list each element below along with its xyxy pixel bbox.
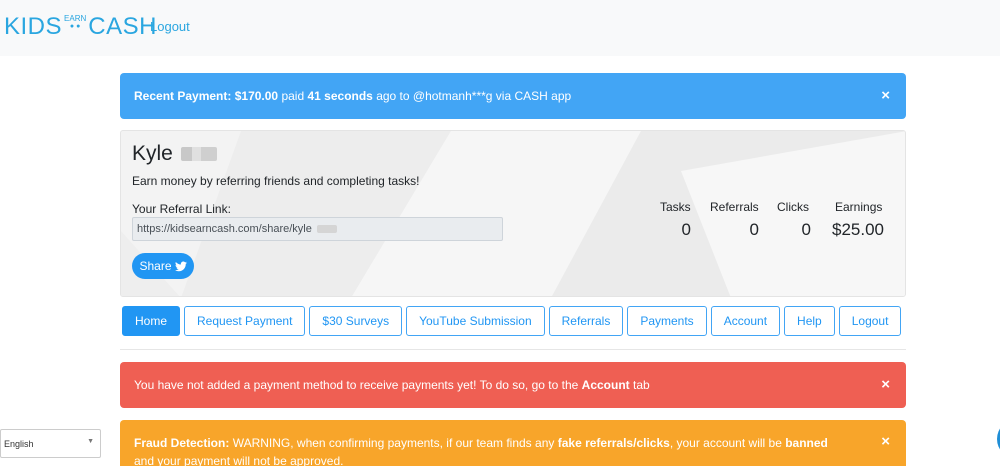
tab-youtube-submission[interactable]: YouTube Submission <box>406 306 545 336</box>
recent-payment-verb: paid <box>281 89 305 103</box>
tab-referrals[interactable]: Referrals <box>548 306 624 336</box>
clicks-label: Clicks <box>777 200 809 214</box>
fraud-warning-part1: WARNING, when confirming payments, if ou… <box>232 436 555 450</box>
tab-bar: Home Request Payment $30 Surveys YouTube… <box>122 306 902 336</box>
recent-payment-alert: Recent Payment: $170.00 paid 41 seconds … <box>120 73 906 119</box>
payment-method-suffix: tab <box>633 378 650 392</box>
tagline: Earn money by referring friends and comp… <box>132 174 420 188</box>
recent-payment-time: 41 seconds <box>307 89 373 103</box>
fraud-detection-text: Fraud Detection: WARNING, when confirmin… <box>134 434 892 466</box>
share-button[interactable]: Share <box>132 253 194 279</box>
fraud-warning-part2: , your account will be <box>669 436 782 450</box>
logo-earn-label: EARN <box>64 14 87 23</box>
tab-home[interactable]: Home <box>122 306 181 336</box>
top-navbar: KIDS EARN ● ● CASH Logout <box>0 0 1000 56</box>
close-icon[interactable]: × <box>881 87 890 104</box>
payment-method-message: You have not added a payment method to r… <box>134 378 579 392</box>
tasks-label: Tasks <box>660 200 691 214</box>
earnings-label: Earnings <box>835 200 883 214</box>
divider <box>120 349 906 350</box>
logo-kids-text: KIDS <box>4 13 63 40</box>
tab-request-payment[interactable]: Request Payment <box>184 306 306 336</box>
tab-help[interactable]: Help <box>784 306 835 336</box>
language-select[interactable]: English ▼ <box>0 429 101 458</box>
fraud-warning-banned: banned <box>785 436 828 450</box>
clicks-value: 0 <box>801 220 811 239</box>
logo-earn-text: EARN ● ● <box>64 15 86 31</box>
nav-logout-link[interactable]: Logout <box>150 19 190 34</box>
referrals-value: 0 <box>749 220 759 239</box>
referrals-label: Referrals <box>710 200 759 214</box>
user-name: Kyle <box>132 142 217 166</box>
tab-logout[interactable]: Logout <box>838 306 902 336</box>
referral-link-label: Your Referral Link: <box>132 202 231 216</box>
payment-method-text: You have not added a payment method to r… <box>134 378 892 392</box>
close-icon[interactable]: × <box>881 376 890 393</box>
recent-payment-text: Recent Payment: $170.00 paid 41 seconds … <box>134 89 892 103</box>
logo-cash-text: CASH <box>88 13 157 40</box>
recent-payment-amount: $170.00 <box>234 89 279 103</box>
coin-drops-icon: ● ● <box>69 23 81 30</box>
payment-method-alert: You have not added a payment method to r… <box>120 362 906 408</box>
language-selected-value: English <box>4 439 34 449</box>
fraud-detection-label: Fraud Detection: <box>134 436 230 450</box>
chevron-down-icon: ▼ <box>87 438 94 445</box>
profile-card: Kyle Earn money by referring friends and… <box>120 130 906 297</box>
tasks-value: 0 <box>681 220 691 239</box>
card-background-pattern <box>121 131 905 296</box>
fraud-warning-fake-referrals: fake referrals/clicks <box>557 436 670 450</box>
recent-payment-recipient: ago to @hotmanh***g via CASH app <box>376 89 572 103</box>
recent-payment-label: Recent Payment: <box>134 89 232 103</box>
close-icon[interactable]: × <box>881 433 890 451</box>
tab-account[interactable]: Account <box>710 306 781 336</box>
logo[interactable]: KIDS EARN ● ● CASH <box>4 12 157 42</box>
redacted-surname <box>180 147 217 161</box>
fraud-warning-part3: and your payment will not be approved. <box>134 454 344 466</box>
redacted-referral-suffix <box>317 225 337 233</box>
earnings-value: $25.00 <box>832 220 884 239</box>
share-label: Share <box>139 259 172 273</box>
twitter-icon <box>174 261 187 271</box>
fraud-detection-alert: Fraud Detection: WARNING, when confirmin… <box>120 420 906 466</box>
account-tab-reference: Account <box>581 378 630 392</box>
tab-payments[interactable]: Payments <box>627 306 707 336</box>
user-first-name: Kyle <box>132 142 173 165</box>
tab-surveys[interactable]: $30 Surveys <box>309 306 403 336</box>
